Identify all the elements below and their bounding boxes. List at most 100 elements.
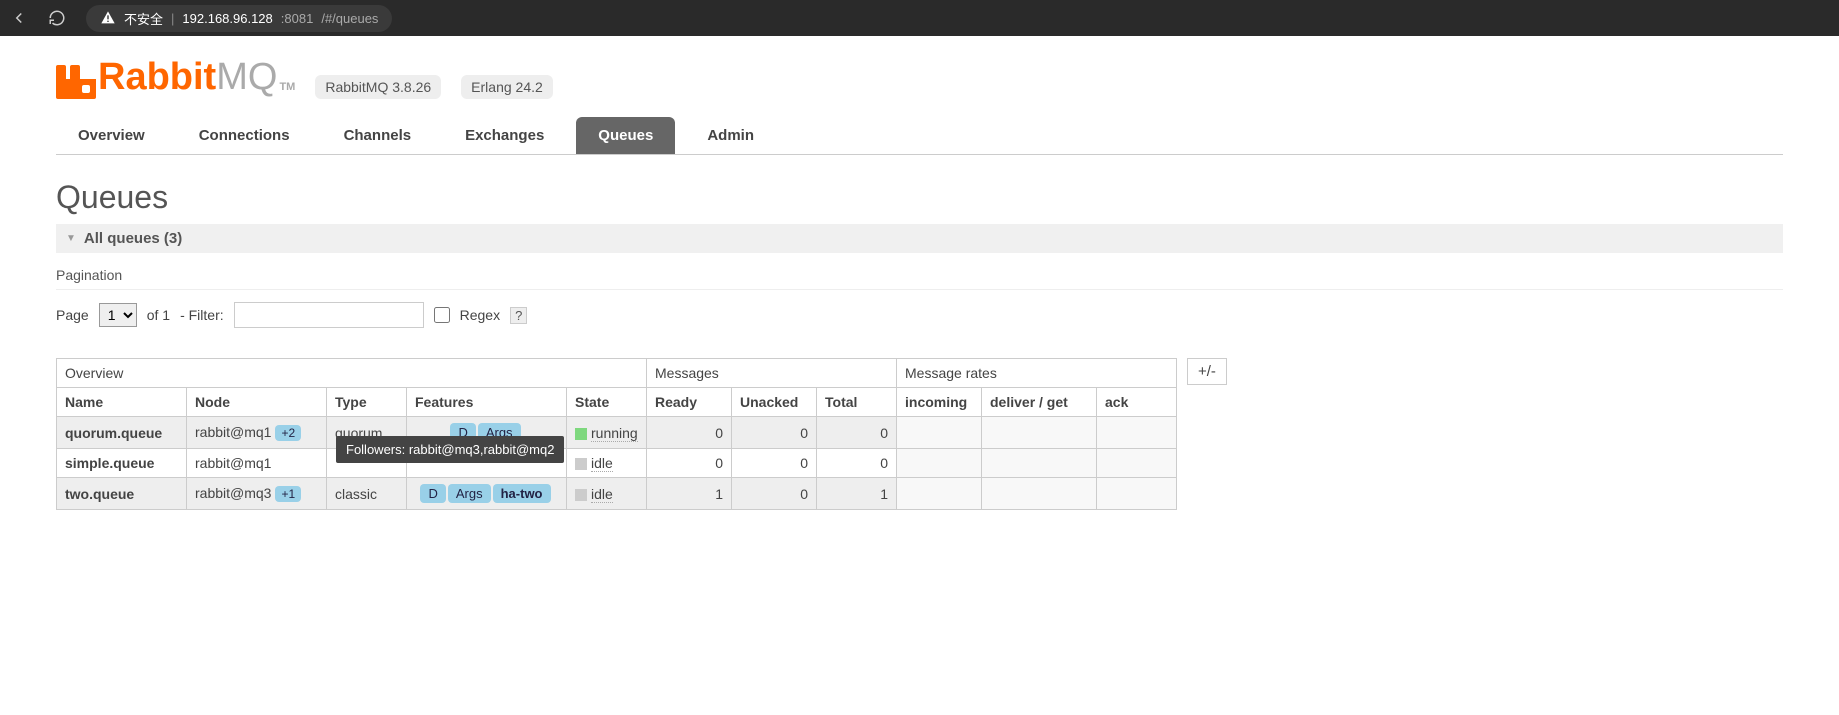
queue-total: 0 [817,449,897,478]
insecure-label: 不安全 [124,9,163,28]
queue-type: quorum [327,417,407,449]
queue-rate-ack [1097,449,1177,478]
state-text: running [591,425,638,442]
queue-type [327,449,407,478]
filter-input[interactable] [234,302,424,328]
queue-rate-incoming [897,417,982,449]
col-ack[interactable]: ack [1097,388,1177,417]
page-title: Queues [56,179,1783,216]
feature-badge[interactable]: D [450,423,475,442]
rabbitmq-version-badge: RabbitMQ 3.8.26 [315,75,441,99]
regex-help[interactable]: ? [510,307,527,324]
browser-bar: 不安全 | 192.168.96.128 :8081 /#/queues [0,0,1839,36]
feature-badge[interactable]: D [420,484,445,503]
logo-tm: TM [279,81,295,93]
col-group-rates: Message rates [897,359,1177,388]
queue-state: idle [567,449,647,478]
col-group-overview: Overview [57,359,647,388]
col-node[interactable]: Node [187,388,327,417]
queue-features: DArgsha-two [407,478,567,510]
col-state[interactable]: State [567,388,647,417]
filter-label: - Filter: [180,307,224,323]
page-label: Page [56,307,89,323]
columns-plusminus-button[interactable]: +/- [1187,358,1227,385]
col-incoming[interactable]: incoming [897,388,982,417]
state-dot-icon [575,458,587,470]
queue-name-link[interactable]: quorum.queue [57,417,187,449]
queue-state: running [567,417,647,449]
col-total[interactable]: Total [817,388,897,417]
queue-state: idle [567,478,647,510]
url-bar[interactable]: 不安全 | 192.168.96.128 :8081 /#/queues [86,5,392,32]
queue-ready: 1 [647,478,732,510]
tab-connections[interactable]: Connections [177,117,312,154]
logo[interactable]: RabbitMQ TM [56,56,295,99]
rabbitmq-icon [56,65,96,99]
pagination-heading: Pagination [56,267,1783,290]
queue-rate-deliver [982,417,1097,449]
url-port: :8081 [281,11,314,26]
header: RabbitMQ TM RabbitMQ 3.8.26 Erlang 24.2 [56,56,1783,99]
state-dot-icon [575,428,587,440]
reload-icon[interactable] [48,9,66,27]
queue-features [407,449,567,478]
chevron-down-icon: ▼ [66,233,76,244]
feature-badge[interactable]: Args [478,423,521,442]
page-select[interactable]: 1 [99,303,137,327]
url-separator: | [171,11,174,26]
regex-checkbox[interactable] [434,307,450,323]
queue-total: 1 [817,478,897,510]
tab-queues[interactable]: Queues [576,117,675,154]
queue-rate-deliver [982,449,1097,478]
main-tabs: Overview Connections Channels Exchanges … [56,117,1783,155]
queue-ready: 0 [647,417,732,449]
feature-badge[interactable]: ha-two [493,484,551,503]
tab-channels[interactable]: Channels [322,117,434,154]
replica-count-badge[interactable]: +1 [275,486,301,502]
back-icon[interactable] [10,9,28,27]
tab-overview[interactable]: Overview [56,117,167,154]
warning-icon [100,10,116,26]
queue-type: classic [327,478,407,510]
section-title: All queues (3) [84,230,182,247]
col-name[interactable]: Name [57,388,187,417]
col-deliver[interactable]: deliver / get [982,388,1097,417]
table-row: quorum.queuerabbit@mq1+2quorumDArgsrunni… [57,417,1177,449]
col-features[interactable]: Features [407,388,567,417]
queue-node: rabbit@mq1+2 [187,417,327,449]
queue-total: 0 [817,417,897,449]
queue-rate-incoming [897,449,982,478]
col-group-messages: Messages [647,359,897,388]
queue-node: rabbit@mq1 [187,449,327,478]
regex-label: Regex [460,307,500,323]
state-text: idle [591,486,613,503]
table-row: two.queuerabbit@mq3+1classicDArgsha-twoi… [57,478,1177,510]
url-path: /#/queues [321,11,378,26]
queue-rate-deliver [982,478,1097,510]
queue-name-link[interactable]: simple.queue [57,449,187,478]
table-row: simple.queuerabbit@mq1idle000 [57,449,1177,478]
col-unacked[interactable]: Unacked [732,388,817,417]
queue-rate-ack [1097,478,1177,510]
queue-features: DArgs [407,417,567,449]
tab-exchanges[interactable]: Exchanges [443,117,566,154]
replica-count-badge[interactable]: +2 [275,425,301,441]
col-type[interactable]: Type [327,388,407,417]
feature-badge[interactable]: Args [448,484,491,503]
logo-rabbit-text: Rabbit [98,56,216,99]
logo-mq-text: MQ [216,56,277,99]
queue-ready: 0 [647,449,732,478]
queue-unacked: 0 [732,417,817,449]
section-all-queues[interactable]: ▼ All queues (3) [56,224,1783,253]
state-text: idle [591,455,613,472]
queue-node: rabbit@mq3+1 [187,478,327,510]
col-ready[interactable]: Ready [647,388,732,417]
state-dot-icon [575,489,587,501]
queue-unacked: 0 [732,449,817,478]
queues-table: Overview Messages Message rates Name Nod… [56,358,1177,510]
url-host: 192.168.96.128 [182,11,272,26]
pagination-controls: Page 1 of 1 - Filter: Regex ? [56,302,1783,328]
queue-rate-incoming [897,478,982,510]
queue-name-link[interactable]: two.queue [57,478,187,510]
tab-admin[interactable]: Admin [685,117,776,154]
